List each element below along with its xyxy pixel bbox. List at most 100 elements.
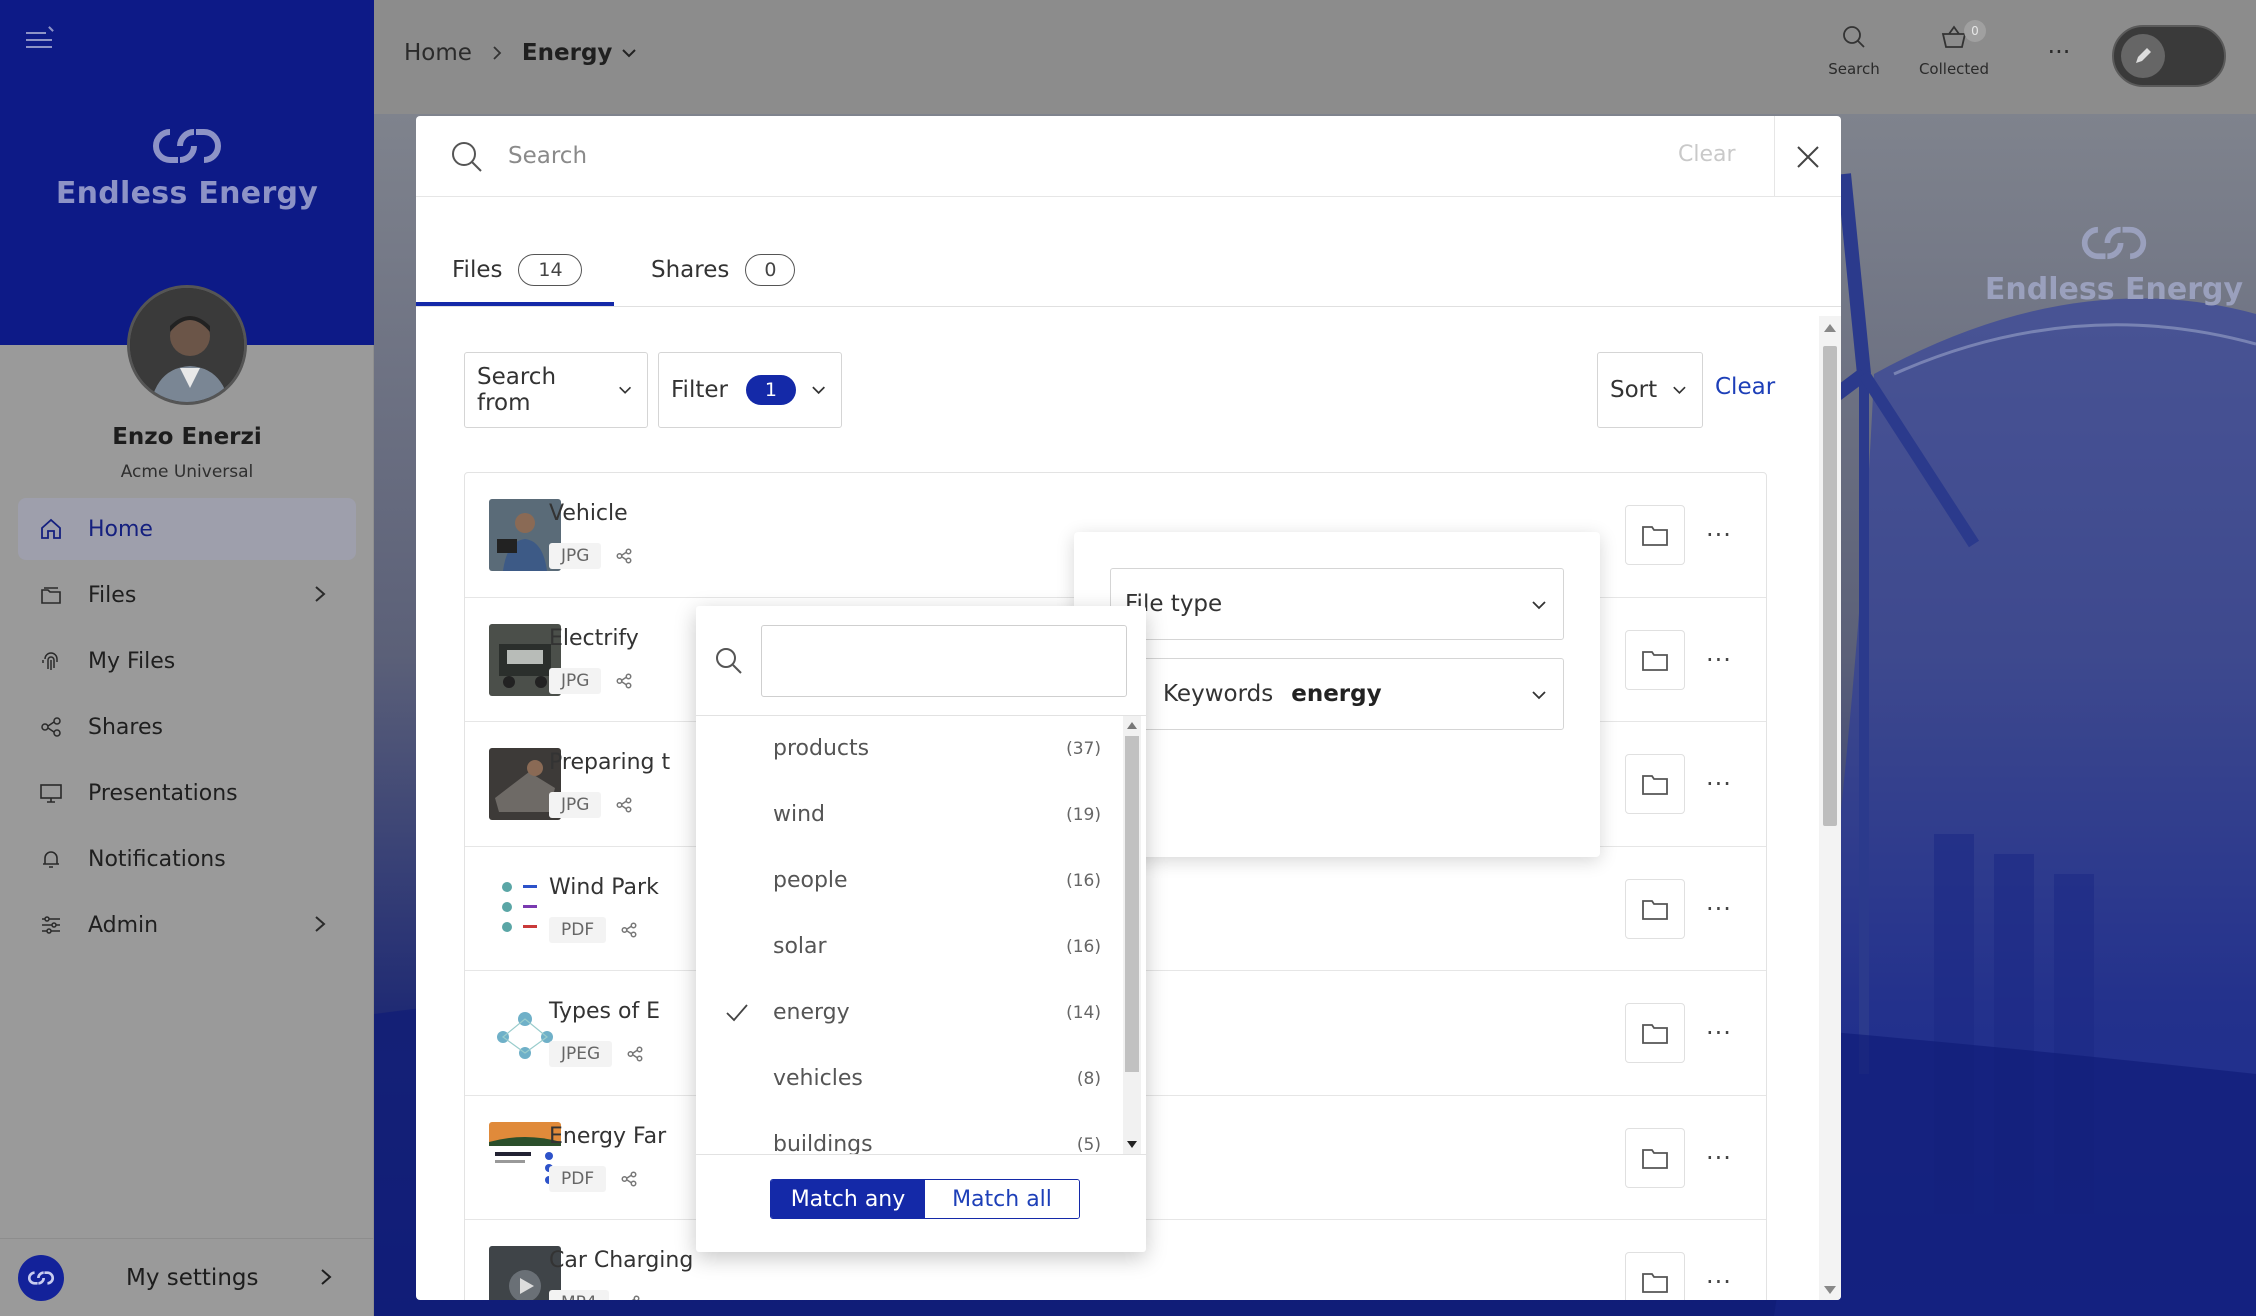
search-from-label: Search from bbox=[477, 364, 557, 416]
checkmark-icon bbox=[726, 1004, 748, 1022]
row-more-button[interactable]: ··· bbox=[1699, 1264, 1739, 1300]
keyword-search bbox=[696, 606, 1146, 716]
keyword-list-scrollbar[interactable] bbox=[1123, 716, 1141, 1154]
breadcrumb-current[interactable]: Energy bbox=[522, 40, 612, 66]
keyword-search-input[interactable] bbox=[761, 625, 1127, 697]
match-any-button[interactable]: Match any bbox=[771, 1180, 925, 1218]
tab-label: Shares bbox=[651, 257, 730, 283]
keyword-option[interactable]: solar (16) bbox=[696, 914, 1146, 980]
sort-dropdown[interactable]: Sort bbox=[1597, 352, 1703, 428]
sidebar-item-my-files[interactable]: My Files bbox=[18, 630, 356, 692]
search-input[interactable] bbox=[508, 134, 1658, 178]
keywords-select[interactable]: Keywords energy bbox=[1110, 658, 1564, 730]
file-name[interactable]: Car Charging bbox=[549, 1248, 693, 1273]
row-more-button[interactable]: ··· bbox=[1699, 642, 1739, 678]
search-icon bbox=[716, 648, 742, 674]
my-settings-button[interactable]: My settings bbox=[0, 1238, 374, 1316]
sidebar-item-home[interactable]: Home bbox=[18, 498, 356, 560]
hero-brand-logo-icon bbox=[2081, 226, 2147, 260]
file-meta: JPEG bbox=[549, 1041, 644, 1067]
edit-mode-toggle[interactable] bbox=[2112, 25, 2226, 87]
add-to-folder-button[interactable] bbox=[1625, 505, 1685, 565]
keyword-option[interactable]: people (16) bbox=[696, 848, 1146, 914]
share-icon bbox=[616, 797, 632, 813]
scrollbar-thumb[interactable] bbox=[1125, 736, 1139, 1072]
tab-count: 0 bbox=[745, 254, 796, 286]
file-name[interactable]: Preparing t bbox=[549, 750, 670, 775]
file-name[interactable]: Energy Far bbox=[549, 1124, 666, 1149]
row-more-button[interactable]: ··· bbox=[1699, 1140, 1739, 1176]
file-meta: MP4 bbox=[549, 1290, 641, 1300]
header-search-button[interactable]: Search bbox=[1814, 24, 1894, 78]
file-name[interactable]: Types of E bbox=[549, 999, 660, 1024]
share-icon bbox=[627, 1046, 643, 1062]
file-type-badge: PDF bbox=[549, 916, 607, 943]
share-icon bbox=[616, 673, 632, 688]
clear-filters-link[interactable]: Clear bbox=[1715, 374, 1775, 400]
row-more-button[interactable]: ··· bbox=[1699, 517, 1739, 553]
add-to-folder-button[interactable] bbox=[1625, 1252, 1685, 1300]
header-collected-button[interactable]: 0 Collected bbox=[1904, 20, 2004, 78]
match-all-button[interactable]: Match all bbox=[925, 1180, 1079, 1218]
keyword-option[interactable]: vehicles (8) bbox=[696, 1046, 1146, 1112]
close-modal-button[interactable] bbox=[1774, 116, 1841, 197]
breadcrumb-home[interactable]: Home bbox=[404, 40, 472, 66]
keyword-option-count: (8) bbox=[1076, 1069, 1101, 1089]
row-more-button[interactable]: ··· bbox=[1699, 1015, 1739, 1051]
sidebar-item-files[interactable]: Files bbox=[18, 564, 356, 626]
keyword-options-list: products (37) wind (19) people (16) sola… bbox=[696, 716, 1146, 1154]
sidebar-item-presentations[interactable]: Presentations bbox=[18, 762, 356, 824]
chevron-down-icon bbox=[618, 386, 631, 394]
folder-icon bbox=[1642, 1273, 1668, 1293]
user-name: Enzo Enerzi bbox=[112, 424, 262, 450]
file-name[interactable]: Wind Park bbox=[549, 875, 659, 900]
avatar[interactable] bbox=[127, 285, 247, 405]
sidebar-item-shares[interactable]: Shares bbox=[18, 696, 356, 758]
file-name[interactable]: Vehicle bbox=[549, 501, 628, 526]
scrollbar-thumb[interactable] bbox=[1823, 346, 1837, 826]
row-more-button[interactable]: ··· bbox=[1699, 766, 1739, 802]
search-clear-button[interactable]: Clear bbox=[1678, 142, 1736, 167]
hero-brand-name: Endless Energy bbox=[1984, 272, 2244, 307]
file-type-badge: JPG bbox=[549, 667, 602, 694]
keyword-option[interactable]: products (37) bbox=[696, 716, 1146, 782]
add-to-folder-button[interactable] bbox=[1625, 1003, 1685, 1063]
collected-count-badge: 0 bbox=[1964, 20, 1986, 42]
keyword-option-count: (14) bbox=[1066, 1003, 1101, 1023]
share-icon bbox=[38, 714, 64, 740]
sidebar-brand[interactable]: Endless Energy bbox=[0, 126, 374, 211]
sidebar-item-admin[interactable]: Admin bbox=[18, 894, 356, 956]
chevron-down-icon[interactable] bbox=[620, 44, 638, 62]
file-type-badge: MP4 bbox=[549, 1290, 609, 1300]
row-more-button[interactable]: ··· bbox=[1699, 891, 1739, 927]
sidebar-item-label: Presentations bbox=[88, 780, 238, 806]
keyword-option[interactable]: wind (19) bbox=[696, 782, 1146, 848]
add-to-folder-button[interactable] bbox=[1625, 878, 1685, 939]
keyword-option[interactable]: buildings (5) bbox=[696, 1112, 1146, 1154]
add-to-folder-button[interactable] bbox=[1625, 754, 1685, 814]
search-from-dropdown[interactable]: Search from bbox=[464, 352, 648, 428]
file-name[interactable]: Electrify bbox=[549, 626, 639, 651]
filter-dropdown[interactable]: Filter 1 bbox=[658, 352, 842, 428]
sidebar-item-label: Admin bbox=[88, 912, 159, 938]
tab-files[interactable]: Files 14 bbox=[452, 254, 583, 286]
keywords-dropdown: products (37) wind (19) people (16) sola… bbox=[696, 606, 1146, 1252]
file-meta: PDF bbox=[549, 1165, 638, 1192]
menu-toggle-icon[interactable] bbox=[26, 26, 54, 50]
home-icon bbox=[38, 516, 64, 542]
add-to-folder-button[interactable] bbox=[1625, 1127, 1685, 1188]
chevron-right-icon bbox=[315, 586, 326, 602]
file-type-select[interactable]: File type bbox=[1110, 568, 1564, 640]
results-scrollbar[interactable] bbox=[1819, 316, 1841, 1300]
tab-shares[interactable]: Shares 0 bbox=[651, 254, 796, 286]
brand-logo-icon bbox=[153, 129, 221, 163]
sort-label: Sort bbox=[1610, 377, 1658, 403]
sidebar-item-notifications[interactable]: Notifications bbox=[18, 828, 356, 890]
chevron-down-icon bbox=[812, 386, 825, 395]
file-type-badge: PDF bbox=[549, 1165, 607, 1192]
add-to-folder-button[interactable] bbox=[1625, 629, 1685, 690]
keyword-option-count: (5) bbox=[1076, 1135, 1101, 1154]
folder-icon bbox=[1642, 899, 1668, 920]
header-more-button[interactable]: ··· bbox=[2034, 38, 2084, 66]
keyword-option-selected[interactable]: energy (14) bbox=[696, 980, 1146, 1046]
